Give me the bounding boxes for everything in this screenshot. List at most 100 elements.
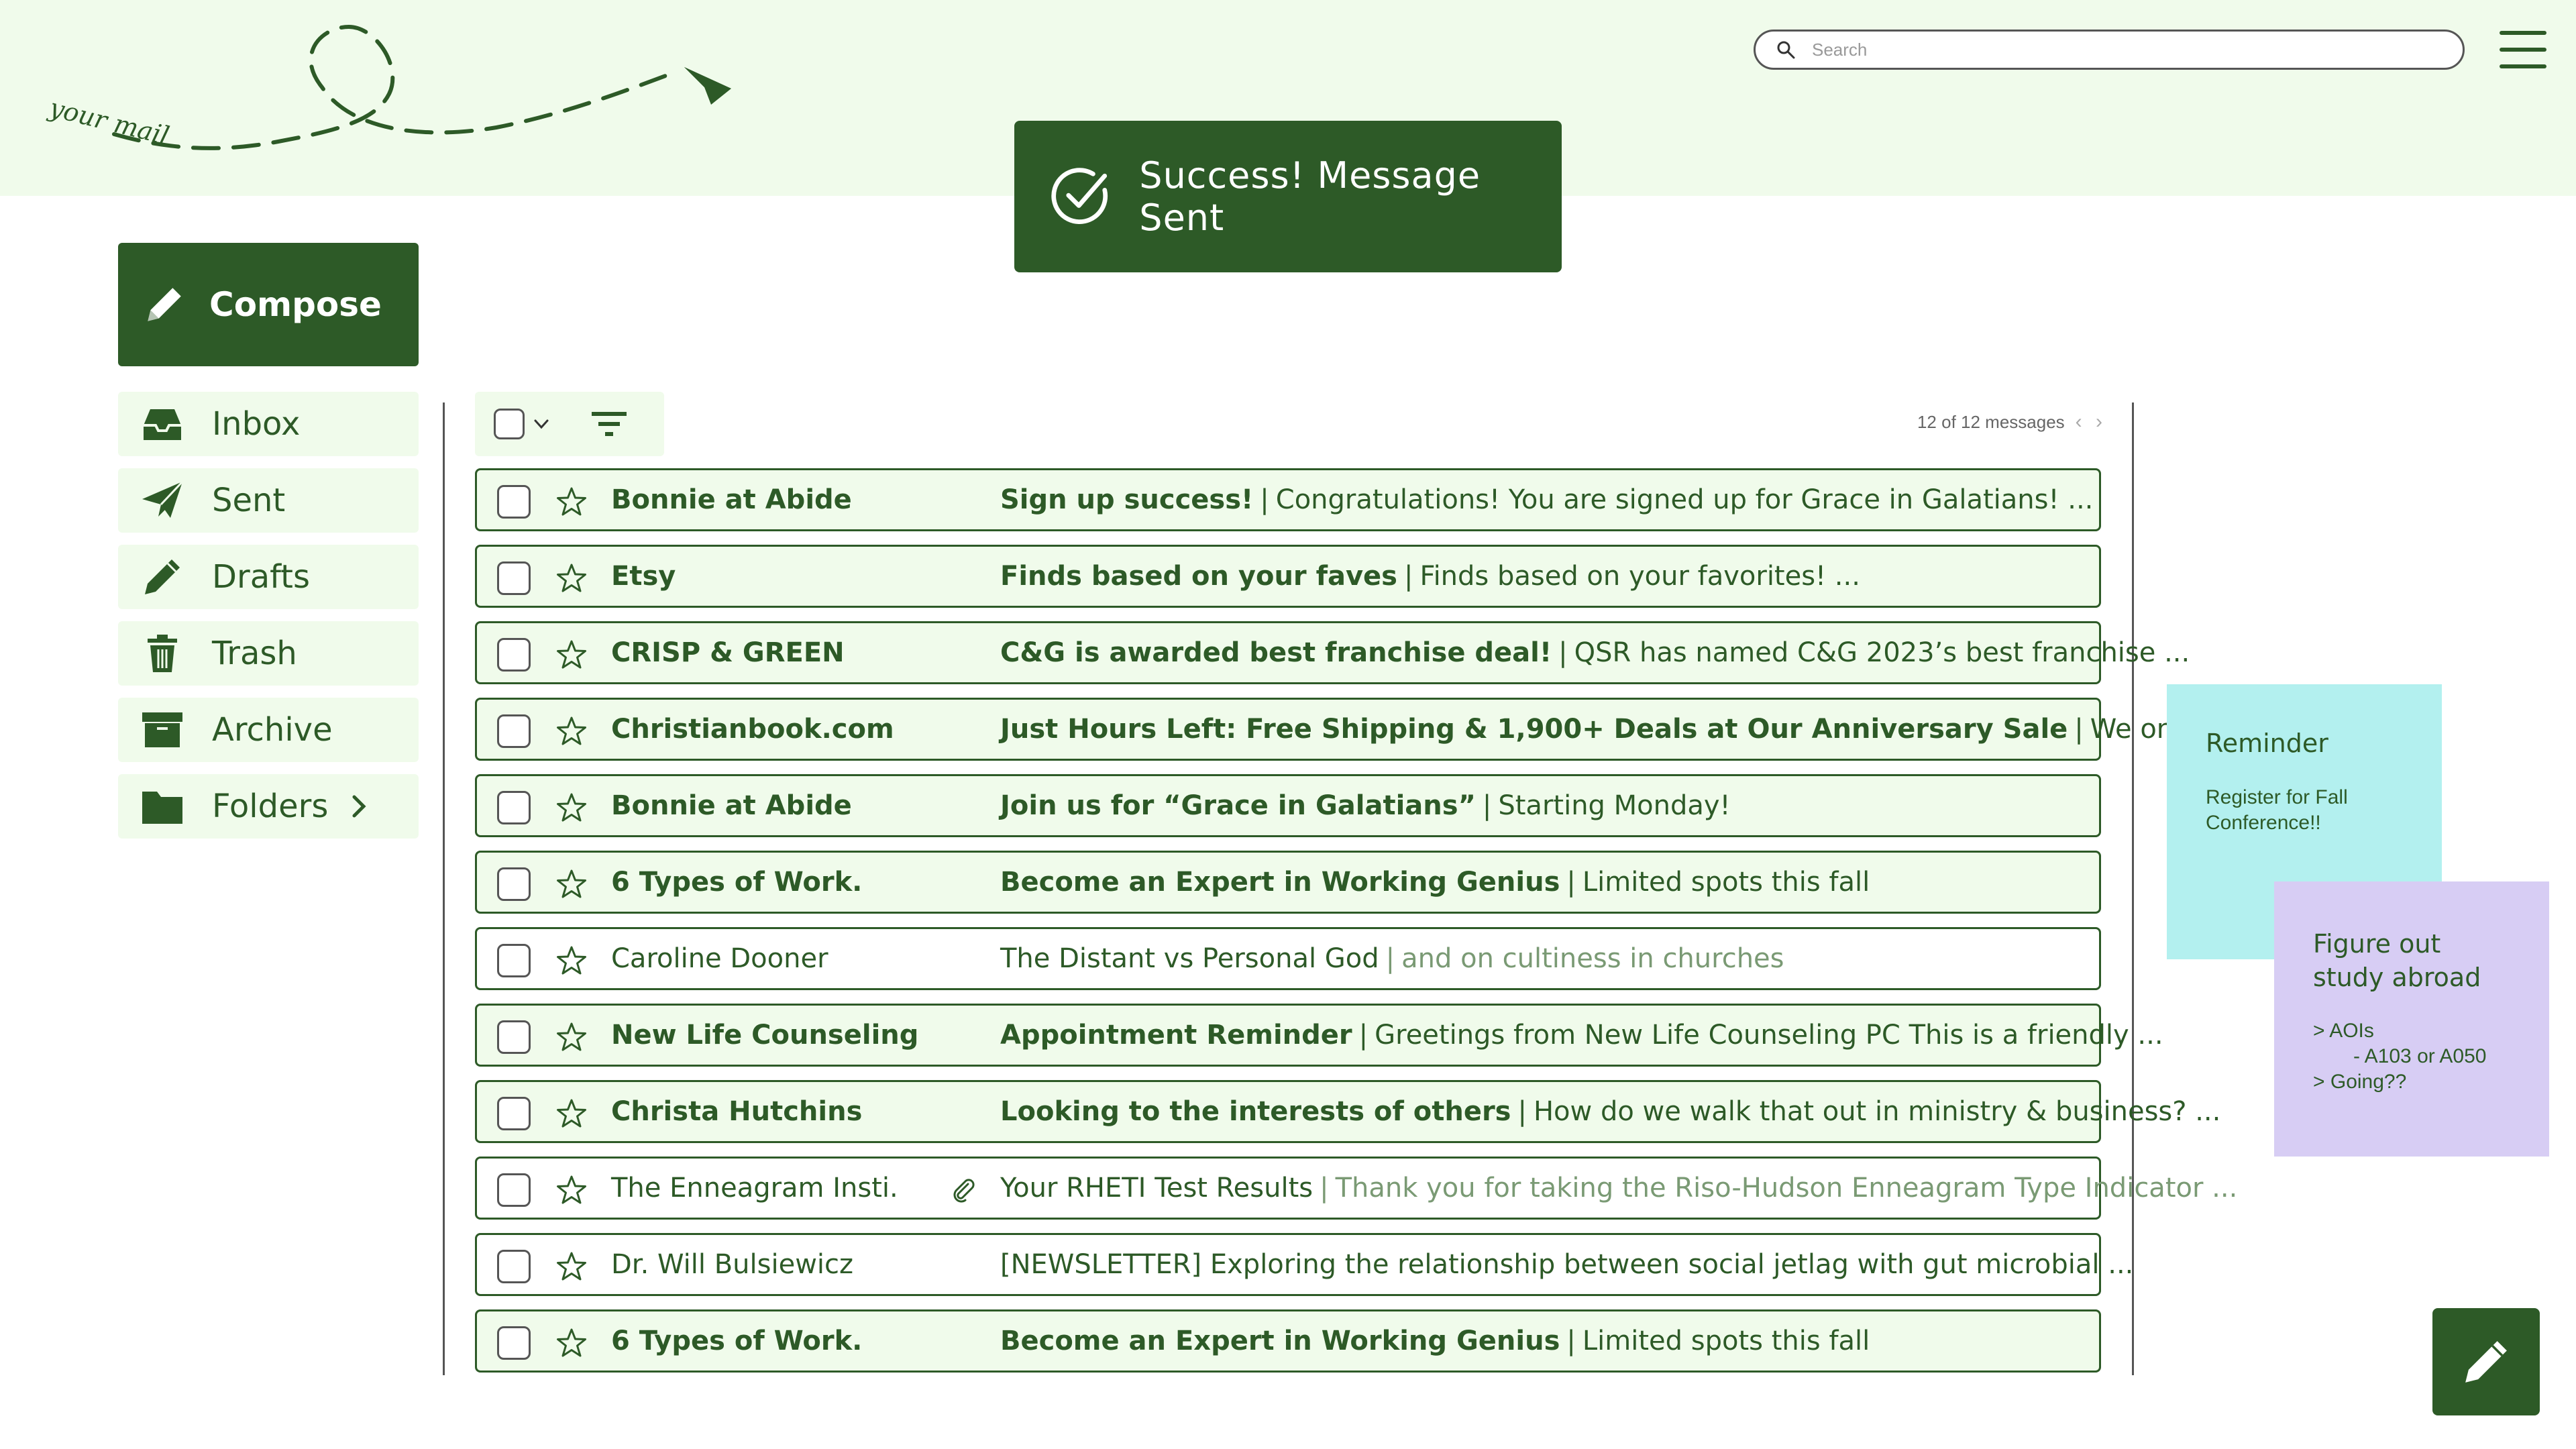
message-content: [NEWSLETTER] Exploring the relationship … <box>1000 1235 2133 1294</box>
message-checkbox[interactable] <box>497 561 531 595</box>
list-toolbar <box>475 392 664 456</box>
message-subject: Appointment Reminder <box>1000 1020 1352 1051</box>
message-subject: Sign up success! <box>1000 484 1254 515</box>
message-content: The Distant vs Personal God | and on culti… <box>1000 929 1784 988</box>
star-icon[interactable] <box>555 1097 588 1130</box>
sidebar-item-label: Inbox <box>212 405 301 443</box>
message-checkbox[interactable] <box>497 485 531 519</box>
message-row[interactable]: Caroline Dooner The Distant vs Personal G… <box>475 927 2101 990</box>
sidebar-item-folders[interactable]: Folders <box>118 774 419 839</box>
pencil-icon <box>2465 1341 2507 1383</box>
sidebar-item-drafts[interactable]: Drafts <box>118 545 419 609</box>
search-input[interactable] <box>1811 38 2417 61</box>
message-subject: C&G is awarded best franchise deal! <box>1000 637 1552 668</box>
star-icon[interactable] <box>555 561 588 595</box>
quick-compose-button[interactable] <box>2432 1308 2540 1415</box>
message-preview: Starting Monday! <box>1498 790 1731 821</box>
message-subject: Your RHETI Test Results <box>1000 1173 1313 1203</box>
star-icon[interactable] <box>555 714 588 748</box>
paper-plane-icon <box>142 480 184 518</box>
sidebar-item-archive[interactable]: Archive <box>118 698 419 762</box>
message-subject: The Distant vs Personal God <box>1000 943 1379 974</box>
folder-icon <box>142 792 182 824</box>
message-subject: Looking to the interests of others <box>1000 1096 1511 1127</box>
message-subject: Become an Expert in Working Genius <box>1000 1326 1560 1356</box>
message-row[interactable]: Etsy Finds based on your faves | Finds base… <box>475 545 2101 608</box>
message-checkbox[interactable] <box>497 638 531 672</box>
message-checkbox[interactable] <box>497 867 531 901</box>
message-row[interactable]: Christa Hutchins Looking to the interests… <box>475 1080 2220 1143</box>
message-row[interactable]: Christianbook.com Just Hours Left: Free S… <box>475 698 2337 761</box>
compose-label: Compose <box>209 285 382 324</box>
select-all-checkbox[interactable] <box>494 409 525 439</box>
message-checkbox[interactable] <box>497 1250 531 1283</box>
message-content: Join us for “Grace in Galatians” | Startin… <box>1000 776 1731 835</box>
message-content: Your RHETI Test Results | Thank you for ta… <box>1000 1159 2237 1218</box>
message-sender: Dr. Will Bulsiewicz <box>611 1249 854 1280</box>
message-checkbox[interactable] <box>497 1020 531 1054</box>
sidebar-item-trash[interactable]: Trash <box>118 621 419 686</box>
note-body: > AOIs - A103 or A050 > Going?? <box>2313 1018 2510 1095</box>
separator: | <box>2074 714 2084 745</box>
chevron-right-icon[interactable] <box>345 793 372 820</box>
message-row[interactable]: 6 Types of Work. Become an Expert in Work… <box>475 1309 2101 1373</box>
message-row[interactable]: The Enneagram Insti. Your RHETI Test Resu… <box>475 1157 2237 1220</box>
message-subject: Join us for “Grace in Galatians” <box>1000 790 1476 821</box>
message-preview: QSR has named C&G 2023’s best franchise … <box>1574 637 2190 668</box>
message-checkbox[interactable] <box>497 1173 531 1207</box>
message-content: C&G is awarded best franchise deal! | QSR … <box>1000 623 2190 682</box>
inbox-icon <box>144 409 181 440</box>
star-icon[interactable] <box>555 1020 588 1054</box>
message-sender: New Life Counseling <box>611 1020 919 1051</box>
message-content: Appointment Reminder | Greetings from New … <box>1000 1006 2163 1065</box>
separator: | <box>1260 484 1269 515</box>
separator: | <box>1558 637 1568 668</box>
filter-icon[interactable] <box>589 404 629 444</box>
sidebar-item-label: Trash <box>212 635 297 672</box>
message-preview: and on cultiness in churches <box>1401 943 1784 974</box>
chevron-down-icon[interactable] <box>531 414 551 434</box>
sidebar-item-sent[interactable]: Sent <box>118 468 419 533</box>
star-icon[interactable] <box>555 485 588 519</box>
message-row[interactable]: Dr. Will Bulsiewicz [NEWSLETTER] Explorin… <box>475 1233 2133 1296</box>
sidebar-item-inbox[interactable]: Inbox <box>118 392 419 456</box>
pagination-arrows-icon[interactable]: ‹ › <box>2076 411 2106 433</box>
message-row[interactable]: 6 Types of Work. Become an Expert in Work… <box>475 851 2101 914</box>
message-content: Just Hours Left: Free Shipping & 1,900+ … <box>1000 700 2337 759</box>
note-title-line: study abroad <box>2313 963 2481 992</box>
sidebar-item-label: Sent <box>212 482 286 519</box>
message-sender: Christianbook.com <box>611 714 894 745</box>
message-checkbox[interactable] <box>497 1326 531 1360</box>
message-checkbox[interactable] <box>497 1097 531 1130</box>
message-sender: CRISP & GREEN <box>611 637 845 668</box>
search-bar[interactable] <box>1754 30 2465 70</box>
pencil-icon <box>148 288 181 321</box>
menu-icon[interactable] <box>2500 31 2546 71</box>
message-checkbox[interactable] <box>497 791 531 824</box>
star-icon[interactable] <box>555 638 588 672</box>
star-icon[interactable] <box>555 944 588 977</box>
separator: | <box>1566 867 1576 898</box>
message-checkbox[interactable] <box>497 714 531 748</box>
message-row[interactable]: Bonnie at Abide Sign up success! | Congratu… <box>475 468 2101 531</box>
message-list: Bonnie at Abide Sign up success! | Congratu… <box>475 468 2337 1386</box>
message-row[interactable]: Bonnie at Abide Join us for “Grace in Gal… <box>475 774 2101 837</box>
message-checkbox[interactable] <box>497 944 531 977</box>
note-line: > Going?? <box>2313 1071 2407 1093</box>
star-icon[interactable] <box>555 1250 588 1283</box>
separator: | <box>1385 943 1395 974</box>
compose-button[interactable]: Compose <box>118 243 419 366</box>
message-sender: The Enneagram Insti. <box>611 1173 898 1203</box>
star-icon[interactable] <box>555 1326 588 1360</box>
message-row[interactable]: CRISP & GREEN C&G is awarded best franchi… <box>475 621 2190 684</box>
star-icon[interactable] <box>555 791 588 824</box>
message-sender: 6 Types of Work. <box>611 867 863 898</box>
star-icon[interactable] <box>555 1173 588 1207</box>
check-circle-icon <box>1051 168 1108 224</box>
star-icon[interactable] <box>555 867 588 901</box>
sticky-note-study-abroad[interactable]: Figure out study abroad > AOIs - A103 or… <box>2274 881 2549 1157</box>
sidebar-item-label: Drafts <box>212 558 310 596</box>
message-row[interactable]: New Life Counseling Appointment Reminder |… <box>475 1004 2163 1067</box>
archive-icon <box>142 712 182 747</box>
logo-paper-plane-path-icon <box>112 24 731 150</box>
